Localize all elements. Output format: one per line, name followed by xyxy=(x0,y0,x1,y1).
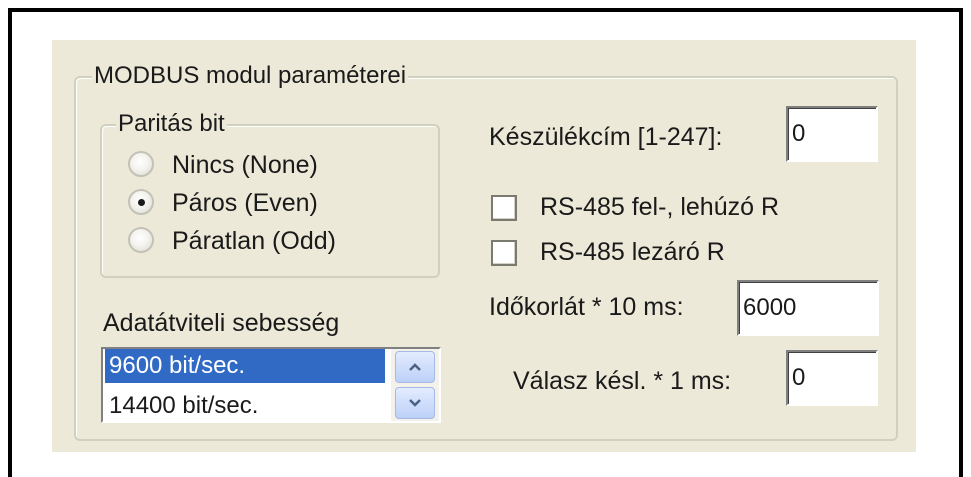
timeout-label: Időkorlát * 10 ms: xyxy=(489,293,684,321)
radio-even[interactable] xyxy=(128,189,154,215)
radio-none[interactable] xyxy=(128,151,154,177)
radio-none-label[interactable]: Nincs (None) xyxy=(172,150,318,180)
modbus-groupbox-title: MODBUS modul paraméterei xyxy=(92,62,409,90)
device-address-input[interactable] xyxy=(786,106,878,162)
window-frame-left xyxy=(8,8,12,477)
scroll-down-button[interactable] xyxy=(395,387,435,419)
termination-checkbox[interactable] xyxy=(491,240,517,266)
window-frame-top xyxy=(8,8,963,12)
scroll-up-button[interactable] xyxy=(395,351,435,383)
baud-rate-listbox[interactable]: 9600 bit/sec. 14400 bit/sec. xyxy=(101,347,441,423)
pullup-checkbox-label[interactable]: RS-485 fel-, lehúzó R xyxy=(540,192,779,222)
parity-groupbox-title: Paritás bit xyxy=(116,110,227,138)
window-frame-right xyxy=(959,8,963,477)
radio-odd[interactable] xyxy=(128,227,154,253)
baud-rate-label: Adatátviteli sebesség xyxy=(103,309,340,337)
pullup-checkbox[interactable] xyxy=(491,195,517,221)
baud-rate-item[interactable]: 9600 bit/sec. xyxy=(105,349,385,383)
termination-checkbox-label[interactable]: RS-485 lezáró R xyxy=(540,237,725,267)
response-delay-label: Válasz késl. * 1 ms: xyxy=(513,367,732,395)
chevron-up-icon xyxy=(409,363,421,371)
baud-rate-scrollbar[interactable] xyxy=(391,349,439,421)
timeout-input[interactable] xyxy=(737,280,879,336)
radio-even-label[interactable]: Páros (Even) xyxy=(172,188,318,218)
response-delay-input[interactable] xyxy=(786,350,878,406)
radio-odd-label[interactable]: Páratlan (Odd) xyxy=(172,226,336,256)
radio-selected-dot xyxy=(138,199,145,206)
chevron-down-icon xyxy=(409,399,421,407)
device-address-label: Készülékcím [1-247]: xyxy=(489,123,723,151)
baud-rate-item[interactable]: 14400 bit/sec. xyxy=(105,389,385,421)
